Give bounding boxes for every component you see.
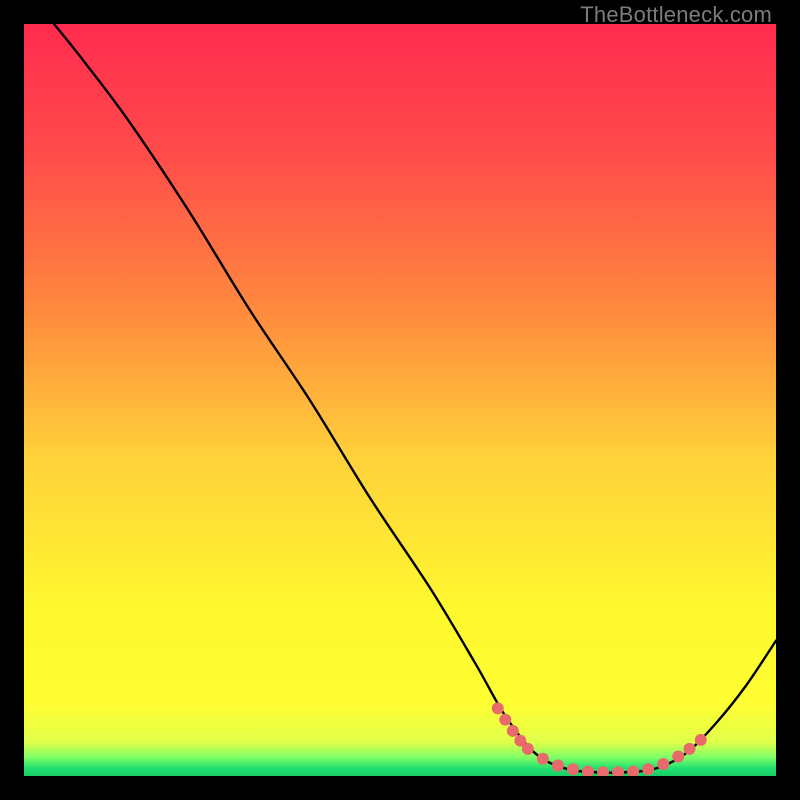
gradient-background	[24, 24, 776, 776]
watermark-text: TheBottleneck.com	[580, 2, 772, 28]
highlight-dot	[537, 753, 549, 765]
highlight-dot	[499, 714, 511, 726]
highlight-dot	[522, 743, 534, 755]
highlight-dot	[567, 763, 579, 775]
highlight-dot	[507, 725, 519, 737]
highlight-dot	[672, 750, 684, 762]
highlight-dot	[492, 702, 504, 714]
bottleneck-chart	[24, 24, 776, 776]
highlight-dot	[657, 758, 669, 770]
highlight-dot	[684, 743, 696, 755]
highlight-dot	[552, 759, 564, 771]
chart-frame	[24, 24, 776, 776]
highlight-dot	[642, 763, 654, 775]
highlight-dot	[695, 734, 707, 746]
